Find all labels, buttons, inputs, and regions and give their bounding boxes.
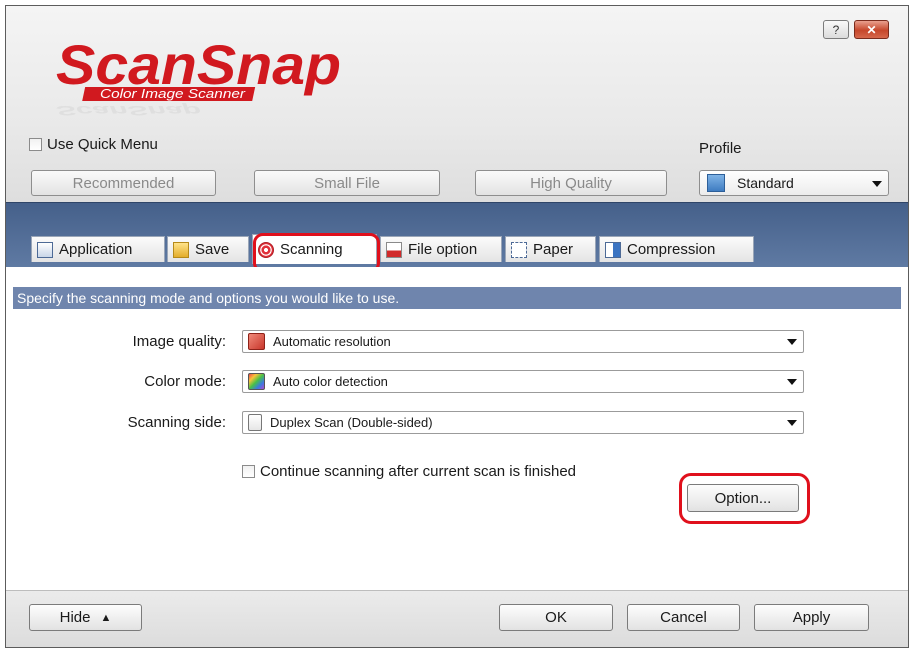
close-button[interactable]: ✕ bbox=[854, 20, 889, 39]
help-button[interactable]: ? bbox=[823, 20, 849, 39]
duplex-page-icon bbox=[248, 414, 262, 431]
quick-menu-checkbox[interactable] bbox=[29, 138, 42, 151]
profile-value: Standard bbox=[737, 175, 794, 191]
image-quality-select[interactable]: Automatic resolution bbox=[242, 330, 804, 353]
apply-button[interactable]: Apply bbox=[754, 604, 869, 631]
tab-file-option[interactable]: File option bbox=[380, 236, 502, 262]
scansnap-logo: ScanSnap Color Image Scanner ScanSnap bbox=[56, 36, 341, 118]
header-area: ? ✕ ScanSnap Color Image Scanner ScanSna… bbox=[6, 6, 908, 202]
option-button-highlight bbox=[679, 473, 810, 524]
application-icon bbox=[37, 241, 53, 258]
recommended-button[interactable]: Recommended bbox=[31, 170, 216, 196]
continue-scanning-label: Continue scanning after current scan is … bbox=[260, 463, 577, 480]
hide-label: Hide bbox=[59, 609, 91, 626]
recommended-label: Recommended bbox=[72, 174, 175, 192]
chevron-down-icon[interactable] bbox=[872, 181, 882, 187]
cancel-button[interactable]: Cancel bbox=[627, 604, 740, 631]
scansnap-settings-window: ? ✕ ScanSnap Color Image Scanner ScanSna… bbox=[5, 5, 909, 648]
hide-button[interactable]: Hide ▲ bbox=[29, 604, 142, 631]
tab-bar: Application Save Scanning File option Pa… bbox=[6, 202, 908, 267]
small-file-button[interactable]: Small File bbox=[254, 170, 440, 196]
tab-application-label: Application bbox=[59, 241, 133, 258]
color-mode-select[interactable]: Auto color detection bbox=[242, 370, 804, 393]
paper-icon bbox=[511, 241, 527, 258]
high-quality-label: High Quality bbox=[530, 174, 612, 192]
profile-select[interactable]: Standard bbox=[699, 170, 889, 196]
help-icon: ? bbox=[832, 22, 840, 37]
chevron-down-icon[interactable] bbox=[787, 339, 797, 345]
profile-label: Profile bbox=[699, 140, 742, 157]
chevron-down-icon[interactable] bbox=[787, 379, 797, 385]
continue-scanning-option[interactable]: Continue scanning after current scan is … bbox=[242, 463, 576, 480]
folder-icon bbox=[173, 241, 189, 258]
cancel-label: Cancel bbox=[660, 609, 707, 626]
compression-icon bbox=[605, 241, 621, 258]
logo-reflection: ScanSnap bbox=[56, 103, 201, 118]
scanning-side-value: Duplex Scan (Double-sided) bbox=[270, 415, 433, 430]
tab-compression-label: Compression bbox=[627, 241, 716, 258]
chevron-up-icon: ▲ bbox=[100, 611, 112, 624]
continue-scanning-checkbox[interactable] bbox=[242, 465, 255, 478]
scanning-side-label: Scanning side: bbox=[127, 414, 226, 431]
logo-sub-text: Color Image Scanner bbox=[100, 86, 246, 101]
tab-paper[interactable]: Paper bbox=[505, 236, 596, 262]
ok-label: OK bbox=[545, 609, 567, 626]
chevron-down-icon[interactable] bbox=[787, 420, 797, 426]
color-mode-value: Auto color detection bbox=[273, 374, 388, 389]
footer-bar: Hide ▲ OK Cancel Apply bbox=[6, 590, 908, 647]
ok-button[interactable]: OK bbox=[499, 604, 613, 631]
image-quality-label: Image quality: bbox=[132, 333, 226, 350]
tab-save[interactable]: Save bbox=[167, 236, 249, 262]
quick-menu-label: Use Quick Menu bbox=[47, 136, 158, 153]
tab-paper-label: Paper bbox=[533, 241, 574, 258]
quick-menu-option[interactable]: Use Quick Menu bbox=[29, 136, 158, 153]
color-mode-icon bbox=[248, 373, 265, 390]
small-file-label: Small File bbox=[314, 174, 380, 192]
high-quality-button[interactable]: High Quality bbox=[475, 170, 667, 196]
description-bar: Specify the scanning mode and options yo… bbox=[13, 287, 901, 309]
apply-label: Apply bbox=[792, 609, 831, 626]
close-icon: ✕ bbox=[866, 22, 877, 37]
color-mode-label: Color mode: bbox=[144, 373, 226, 390]
pdf-icon bbox=[386, 241, 402, 258]
image-quality-icon bbox=[248, 333, 265, 350]
image-quality-value: Automatic resolution bbox=[273, 334, 391, 349]
tab-application[interactable]: Application bbox=[31, 236, 165, 262]
profile-icon bbox=[707, 174, 725, 192]
tab-save-label: Save bbox=[195, 241, 230, 258]
tab-file-option-label: File option bbox=[408, 241, 478, 258]
tab-compression[interactable]: Compression bbox=[599, 236, 754, 262]
scanning-side-select[interactable]: Duplex Scan (Double-sided) bbox=[242, 411, 804, 434]
